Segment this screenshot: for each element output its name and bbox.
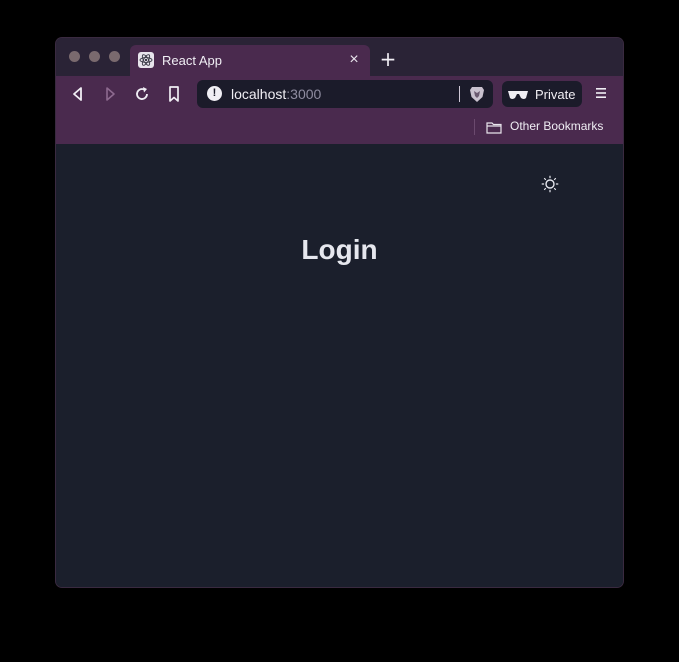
navigation-toolbar: ! localhost:3000 Private (56, 76, 623, 112)
back-icon[interactable] (68, 84, 88, 104)
new-tab-button[interactable]: + (378, 49, 398, 69)
bookmark-item-other-bookmarks[interactable]: Other Bookmarks (510, 119, 603, 133)
url-port: :3000 (286, 86, 322, 102)
tab-react-app[interactable]: React App × (130, 45, 370, 76)
private-label: Private (535, 87, 576, 102)
reload-icon[interactable] (132, 84, 152, 104)
page-title: Login (301, 234, 378, 265)
react-icon (138, 52, 154, 68)
hamburger-menu-icon[interactable] (594, 86, 608, 100)
tab-strip: React App × + (56, 38, 623, 76)
site-info-icon[interactable]: ! (207, 86, 222, 101)
private-window-badge[interactable]: Private (502, 81, 582, 107)
url-divider (459, 86, 460, 102)
bookmarks-divider (474, 119, 475, 135)
bookmark-icon[interactable] (164, 84, 184, 104)
folder-icon[interactable] (486, 121, 502, 134)
private-glasses-icon (507, 88, 529, 100)
bookmarks-bar: Other Bookmarks (56, 112, 623, 144)
close-window-button[interactable] (69, 51, 80, 62)
minimize-window-button[interactable] (89, 51, 100, 62)
close-tab-icon[interactable]: × (344, 50, 364, 70)
maximize-window-button[interactable] (109, 51, 120, 62)
page-content: Login (56, 144, 623, 587)
brave-shields-icon[interactable] (468, 85, 486, 103)
tab-title: React App (162, 53, 222, 68)
forward-icon[interactable] (100, 84, 120, 104)
url-host: localhost (231, 86, 287, 102)
address-bar[interactable]: ! localhost:3000 (197, 80, 493, 108)
url-text[interactable]: localhost:3000 (231, 86, 321, 102)
sun-icon[interactable] (541, 175, 559, 193)
browser-window: React App × + ! localhost:3000 Private O… (56, 38, 623, 587)
